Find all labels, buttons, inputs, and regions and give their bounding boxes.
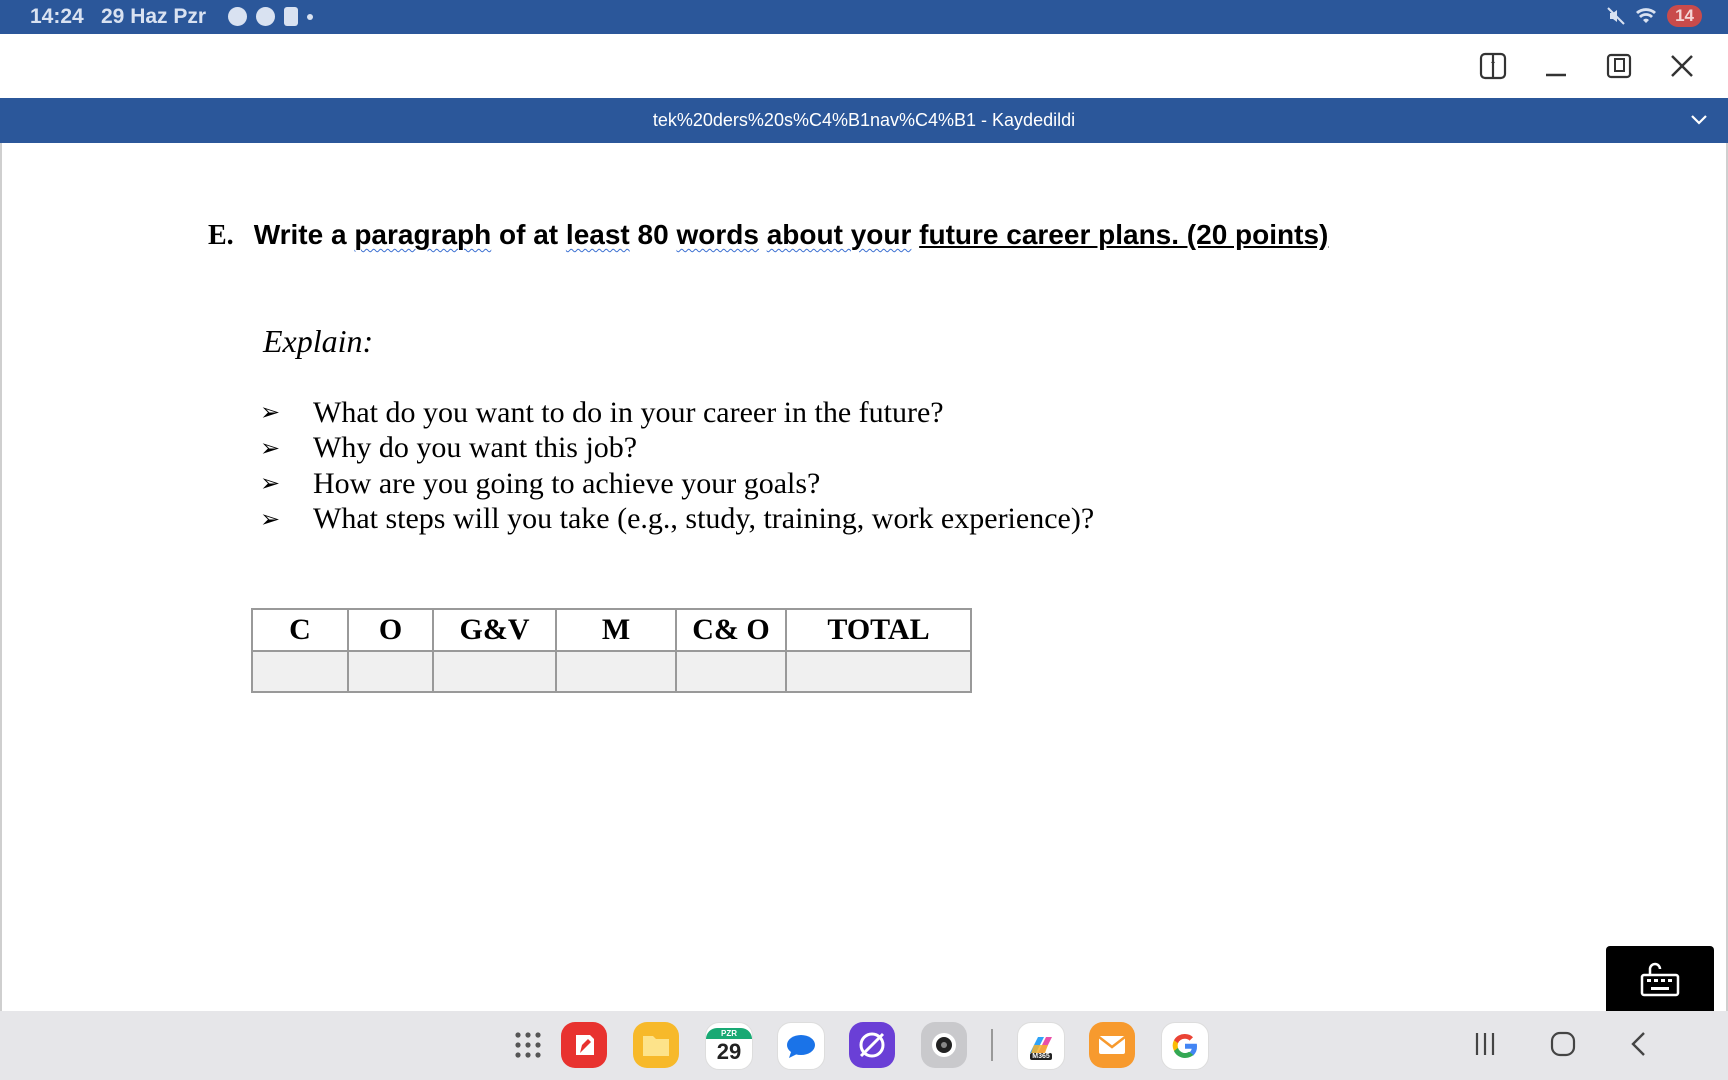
heading-segment: of at bbox=[491, 219, 566, 250]
arrow-bullet-icon: ➢ bbox=[260, 435, 281, 462]
list-item: ➢ What steps will you take (e.g., study, … bbox=[260, 502, 1094, 538]
status-date: 29 Haz Pzr bbox=[101, 5, 207, 28]
notes-app-icon[interactable] bbox=[561, 1022, 607, 1068]
document-page[interactable]: E. Write a paragraph of at least 80 words… bbox=[0, 143, 1728, 1011]
window-controls-bar bbox=[0, 34, 1728, 98]
notification-icons bbox=[228, 7, 313, 26]
email-app-icon[interactable] bbox=[1089, 1022, 1135, 1068]
table-header-cell: M bbox=[555, 608, 677, 652]
heading-segment: future career plans. (20 points) bbox=[919, 219, 1329, 250]
minimize-icon[interactable] bbox=[1538, 48, 1574, 84]
list-item: ➢ Why do you want this job? bbox=[260, 431, 1094, 467]
internet-app-icon[interactable] bbox=[849, 1022, 895, 1068]
camera-app-icon[interactable] bbox=[921, 1022, 967, 1068]
keyboard-icon bbox=[1640, 962, 1680, 997]
taskbar-divider bbox=[991, 1029, 993, 1061]
recent-apps-button[interactable] bbox=[1473, 1031, 1497, 1064]
mute-icon bbox=[1607, 7, 1625, 25]
table-header-row: C O G&V M C& O TOTAL bbox=[251, 608, 972, 652]
arrow-bullet-icon: ➢ bbox=[260, 471, 281, 498]
calendar-weekday: PZR bbox=[706, 1027, 752, 1039]
heading-segment: 80 bbox=[629, 219, 677, 250]
table-cell[interactable] bbox=[347, 650, 434, 693]
heading-segment: words bbox=[676, 219, 759, 250]
google-app-icon[interactable] bbox=[1161, 1022, 1209, 1070]
table-header-cell: C& O bbox=[675, 608, 787, 652]
calendar-day: 29 bbox=[716, 1038, 742, 1064]
list-item: ➢ How are you going to achieve your goals… bbox=[260, 466, 1094, 502]
more-notifications-icon bbox=[307, 13, 313, 20]
chrome-notification-icon bbox=[256, 7, 275, 26]
explain-label: Explain: bbox=[263, 323, 374, 359]
table-cell[interactable] bbox=[251, 650, 349, 693]
heading-segment: least bbox=[565, 219, 630, 250]
m365-copilot-icon[interactable]: M365 bbox=[1017, 1022, 1065, 1070]
table-header-cell: O bbox=[347, 608, 434, 652]
document-title: tek%20ders%20s%C4%B1nav%C4%B1 - Kaydedil… bbox=[652, 110, 1076, 130]
battery-icon: 14 bbox=[1667, 5, 1702, 27]
table-cell[interactable] bbox=[785, 650, 972, 693]
keyboard-toggle-button[interactable] bbox=[1606, 946, 1714, 1012]
bullet-text: What do you want to do in your career in… bbox=[313, 395, 944, 429]
list-item: ➢ What do you want to do in your career i… bbox=[260, 395, 1094, 431]
heading-segment bbox=[911, 219, 919, 250]
arrow-bullet-icon: ➢ bbox=[260, 506, 281, 533]
home-button[interactable] bbox=[1550, 1031, 1576, 1064]
calendar-app-icon[interactable]: PZR 29 bbox=[705, 1022, 753, 1070]
app-drawer-icon[interactable] bbox=[505, 1022, 551, 1068]
files-app-icon[interactable] bbox=[633, 1022, 679, 1068]
bullet-text: What steps will you take (e.g., study, t… bbox=[313, 502, 1095, 536]
question-letter: E. bbox=[208, 220, 234, 251]
table-header-cell: G&V bbox=[432, 608, 557, 652]
question-text: Write a paragraph of at least 80 words a… bbox=[254, 219, 1329, 250]
bullet-text: How are you going to achieve your goals? bbox=[313, 466, 821, 500]
back-button[interactable] bbox=[1628, 1031, 1650, 1064]
table-header-cell: TOTAL bbox=[785, 608, 972, 652]
arrow-bullet-icon: ➢ bbox=[260, 400, 281, 427]
maximize-icon[interactable] bbox=[1601, 48, 1637, 84]
chrome-notification-icon bbox=[228, 7, 247, 26]
system-icons: 14 bbox=[1607, 5, 1702, 27]
heading-segment: paragraph bbox=[354, 219, 492, 250]
table-cell[interactable] bbox=[432, 650, 557, 693]
m365-label: M365 bbox=[1030, 1052, 1052, 1060]
heading-segment: about your bbox=[766, 219, 912, 250]
split-view-icon[interactable] bbox=[1475, 48, 1511, 84]
heading-segment bbox=[759, 219, 767, 250]
battery-saver-icon bbox=[284, 7, 298, 26]
table-cell[interactable] bbox=[555, 650, 677, 693]
document-title-bar[interactable]: tek%20ders%20s%C4%B1nav%C4%B1 - Kaydedil… bbox=[0, 98, 1728, 143]
table-row bbox=[251, 650, 972, 693]
messages-app-icon[interactable] bbox=[777, 1022, 825, 1070]
status-time: 14:24 bbox=[30, 5, 84, 28]
table-header-cell: C bbox=[251, 608, 349, 652]
question-heading: E. Write a paragraph of at least 80 words… bbox=[208, 219, 1328, 252]
bullet-list: ➢ What do you want to do in your career i… bbox=[260, 395, 1094, 537]
bullet-text: Why do you want this job? bbox=[313, 431, 638, 465]
wifi-icon bbox=[1636, 8, 1657, 23]
close-icon[interactable] bbox=[1664, 48, 1700, 84]
status-bar: 14:24 29 Haz Pzr 14 bbox=[0, 0, 1728, 34]
score-table: C O G&V M C& O TOTAL bbox=[251, 608, 972, 693]
heading-segment: Write a bbox=[253, 219, 355, 250]
table-cell[interactable] bbox=[675, 650, 787, 693]
taskbar: PZR 29 M365 bbox=[0, 1011, 1728, 1080]
